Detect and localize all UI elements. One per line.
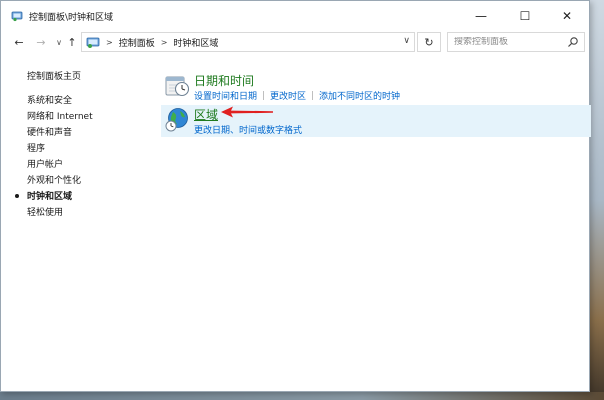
sidebar-item-clock-region[interactable]: 时钟和区域 <box>27 189 72 202</box>
sidebar-item-system-security[interactable]: 系统和安全 <box>27 93 72 106</box>
link-add-clocks[interactable]: 添加不同时区的时钟 <box>319 89 400 102</box>
link-set-time-date[interactable]: 设置时间和日期 <box>194 89 257 102</box>
current-item-bullet <box>15 194 19 198</box>
desktop-background-right <box>590 0 604 400</box>
back-button[interactable]: ← <box>11 31 27 53</box>
up-button[interactable]: ↑ <box>64 31 80 53</box>
link-change-formats[interactable]: 更改日期、时间或数字格式 <box>194 123 302 136</box>
link-divider <box>263 91 265 100</box>
title-bar[interactable]: 控制面板\时钟和区域 — ☐ ✕ <box>1 1 589 31</box>
control-panel-window: 控制面板\时钟和区域 — ☐ ✕ ← → ∨ ↑ > 控制面板 > 时钟和区域 … <box>0 0 591 392</box>
minimize-button[interactable]: — <box>459 1 503 31</box>
category-date-time: 日期和时间 设置时间和日期 更改时区 添加不同时区的时钟 <box>161 71 591 103</box>
clock-calendar-icon[interactable] <box>164 73 190 99</box>
breadcrumb-clock-region[interactable]: 时钟和区域 <box>173 36 218 49</box>
window-title: 控制面板\时钟和区域 <box>29 13 114 23</box>
region-links: 更改日期、时间或数字格式 <box>194 123 302 136</box>
sidebar-item-network[interactable]: 网络和 Internet <box>27 109 93 122</box>
address-bar[interactable]: > 控制面板 > 时钟和区域 ∨ <box>81 32 415 52</box>
sidebar-item-appearance[interactable]: 外观和个性化 <box>27 173 81 186</box>
breadcrumb-control-panel[interactable]: 控制面板 <box>119 36 155 49</box>
link-divider <box>312 91 314 100</box>
search-box[interactable] <box>447 32 585 52</box>
sidebar-item-home[interactable]: 控制面板主页 <box>27 69 81 82</box>
navigation-bar: ← → ∨ ↑ > 控制面板 > 时钟和区域 ∨ ↻ <box>1 31 589 53</box>
maximize-button[interactable]: ☐ <box>503 1 547 31</box>
breadcrumb-separator: > <box>106 37 113 47</box>
address-dropdown-icon[interactable]: ∨ <box>403 36 410 46</box>
category-title-date-time[interactable]: 日期和时间 <box>194 72 254 89</box>
date-time-links: 设置时间和日期 更改时区 添加不同时区的时钟 <box>194 89 400 102</box>
sidebar-item-programs[interactable]: 程序 <box>27 141 45 154</box>
sidebar-item-user-accounts[interactable]: 用户帐户 <box>27 157 63 170</box>
close-button[interactable]: ✕ <box>545 1 589 31</box>
search-input[interactable] <box>454 37 564 47</box>
link-change-timezone[interactable]: 更改时区 <box>270 89 306 102</box>
sidebar-item-hardware-sound[interactable]: 硬件和声音 <box>27 125 72 138</box>
control-panel-icon <box>86 37 100 48</box>
category-title-region[interactable]: 区域 <box>194 106 218 123</box>
breadcrumb-separator: > <box>160 37 168 47</box>
annotation-arrow-icon <box>221 106 273 118</box>
desktop-background-bottom <box>0 392 604 400</box>
globe-clock-icon[interactable] <box>164 107 190 133</box>
forward-button[interactable]: → <box>33 31 49 53</box>
sidebar-item-ease-of-access[interactable]: 轻松使用 <box>27 205 63 218</box>
refresh-button[interactable]: ↻ <box>417 32 441 52</box>
control-panel-icon <box>11 11 23 22</box>
search-icon[interactable] <box>567 36 579 48</box>
